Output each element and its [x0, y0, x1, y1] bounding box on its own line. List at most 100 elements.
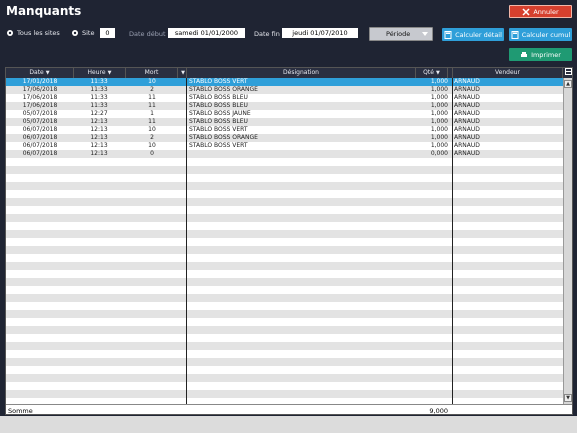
- table-row: [6, 246, 563, 254]
- header-bar: Manquants Annuler Tous les sites Site 0 …: [0, 0, 577, 66]
- imprimer-button[interactable]: Imprimer: [509, 48, 572, 61]
- cell-heure: 11:33: [90, 102, 108, 109]
- table-row: [6, 294, 563, 302]
- table-row: [6, 254, 563, 262]
- table-row[interactable]: 17/01/2018 11:33 10 STABLO BOSS VERT 1,000 AR…: [6, 78, 563, 86]
- cell-mort: 11: [148, 118, 156, 125]
- table-row: [6, 190, 563, 198]
- cell-date: 05/07/2018: [22, 110, 58, 117]
- calculer-detail-label: Calculer détail: [455, 30, 502, 39]
- cell-qte: 0,000: [430, 150, 448, 157]
- cell-designation: [189, 150, 414, 158]
- col-mort[interactable]: Mort: [126, 68, 178, 78]
- chevron-down-icon: [421, 30, 429, 38]
- site-label: Site: [82, 29, 95, 37]
- site-radio[interactable]: Site: [71, 29, 94, 37]
- cell-qte: 1,000: [430, 94, 448, 101]
- cell-qte: 1,000: [430, 134, 448, 141]
- table-row: [6, 158, 563, 166]
- col-qte[interactable]: Qté ▼: [416, 68, 448, 78]
- col-sort-extra[interactable]: ▼: [178, 68, 187, 78]
- table-row: [6, 326, 563, 334]
- cell-date: 06/07/2018: [22, 150, 58, 157]
- table-row[interactable]: 05/07/2018 12:13 11 STABLO BOSS BLEU 1,000 AR…: [6, 118, 563, 126]
- col-vendeur[interactable]: Vendeur: [453, 68, 563, 78]
- cell-designation: STABLO BOSS ORANGE: [189, 86, 258, 93]
- cell-designation: STABLO BOSS ORANGE: [189, 134, 258, 141]
- site-input[interactable]: 0: [100, 28, 115, 38]
- cell-designation: STABLO BOSS BLEU: [189, 102, 248, 109]
- vertical-scrollbar[interactable]: ▲ ▼: [563, 78, 572, 404]
- date-debut-field[interactable]: samedi 01/01/2000: [168, 28, 245, 38]
- date-fin-field[interactable]: jeudi 01/07/2010: [282, 28, 358, 38]
- date-fin-label: Date fin: [254, 30, 280, 38]
- cell-qte: 1,000: [430, 142, 448, 149]
- table-row[interactable]: 06/07/2018 12:13 10 STABLO BOSS VERT 1,000 AR…: [6, 126, 563, 134]
- periode-dropdown[interactable]: Période: [369, 27, 433, 41]
- scroll-down-icon[interactable]: ▼: [564, 394, 572, 402]
- grid-rows: 17/01/2018 11:33 10 STABLO BOSS VERT 1,000 AR…: [6, 78, 563, 404]
- col-heure[interactable]: Heure ▼: [74, 68, 126, 78]
- table-row: [6, 342, 563, 350]
- manquants-grid[interactable]: Date ▼ Heure ▼ Mort ▼ Désignation Qté ▼ Ven…: [5, 67, 573, 415]
- cell-mort: 10: [148, 78, 156, 85]
- grid-divider: [452, 78, 453, 404]
- cell-designation: STABLO BOSS VERT: [189, 142, 248, 149]
- table-row: [6, 358, 563, 366]
- grid-config-icon[interactable]: [563, 68, 572, 78]
- cell-designation: STABLO BOSS VERT: [189, 126, 248, 133]
- col-designation[interactable]: Désignation: [187, 68, 416, 78]
- table-row[interactable]: 06/07/2018 12:13 10 STABLO BOSS VERT 1,000 AR…: [6, 142, 563, 150]
- scroll-up-icon[interactable]: ▲: [564, 80, 572, 88]
- cell-mort: 10: [148, 126, 156, 133]
- grid-footer: Somme 9,000: [6, 404, 572, 415]
- table-row: [6, 310, 563, 318]
- table-row[interactable]: 05/07/2018 12:27 1 STABLO BOSS JAUNE 1,000 AR…: [6, 110, 563, 118]
- table-row[interactable]: 17/06/2018 11:33 11 STABLO BOSS BLEU 1,000 AR…: [6, 102, 563, 110]
- cell-heure: 11:33: [90, 86, 108, 93]
- cell-vendeur: ARNAUD: [454, 150, 480, 157]
- table-row: [6, 214, 563, 222]
- cell-date: 05/07/2018: [22, 118, 58, 125]
- table-row: [6, 182, 563, 190]
- cell-heure: 12:13: [90, 150, 108, 157]
- cell-mort: 11: [148, 94, 156, 101]
- calculer-cumul-button[interactable]: Calculer cumul: [509, 28, 572, 41]
- table-row[interactable]: 06/07/2018 12:13 2 STABLO BOSS ORANGE 1,000 A…: [6, 134, 563, 142]
- table-row: [6, 206, 563, 214]
- somme-value: 9,000: [429, 407, 448, 415]
- cell-vendeur: ARNAUD: [454, 78, 480, 85]
- somme-label: Somme: [8, 407, 33, 415]
- cell-heure: 12:13: [90, 126, 108, 133]
- table-row[interactable]: 17/06/2018 11:33 11 STABLO BOSS BLEU 1,000 AR…: [6, 94, 563, 102]
- cell-date: 17/06/2018: [22, 102, 58, 109]
- table-row: [6, 270, 563, 278]
- cell-vendeur: ARNAUD: [454, 134, 480, 141]
- table-row[interactable]: 06/07/2018 12:13 0 0,000 ARNAUD: [6, 150, 563, 158]
- table-row[interactable]: 17/06/2018 11:33 2 STABLO BOSS ORANGE 1,000 A…: [6, 86, 563, 94]
- cell-vendeur: ARNAUD: [454, 94, 480, 101]
- periode-label: Période: [386, 30, 411, 38]
- bottom-bar: [0, 416, 577, 433]
- cell-designation: STABLO BOSS VERT: [189, 78, 248, 85]
- table-row: [6, 222, 563, 230]
- cell-qte: 1,000: [430, 118, 448, 125]
- table-row: [6, 198, 563, 206]
- x-icon: [522, 7, 530, 16]
- cell-date: 06/07/2018: [22, 126, 58, 133]
- date-debut-label: Date début: [129, 30, 166, 38]
- table-row: [6, 166, 563, 174]
- tous-les-sites-radio[interactable]: Tous les sites: [6, 29, 60, 37]
- gear-icon: [71, 29, 79, 37]
- cell-vendeur: ARNAUD: [454, 126, 480, 133]
- calculer-detail-button[interactable]: Calculer détail: [442, 28, 504, 41]
- table-row: [6, 238, 563, 246]
- grid-divider: [186, 78, 187, 404]
- table-row: [6, 374, 563, 382]
- imprimer-label: Imprimer: [531, 50, 561, 59]
- table-row: [6, 366, 563, 374]
- cell-qte: 1,000: [430, 86, 448, 93]
- cell-mort: 10: [148, 142, 156, 149]
- annuler-button[interactable]: Annuler: [509, 5, 572, 18]
- col-date[interactable]: Date ▼: [6, 68, 74, 78]
